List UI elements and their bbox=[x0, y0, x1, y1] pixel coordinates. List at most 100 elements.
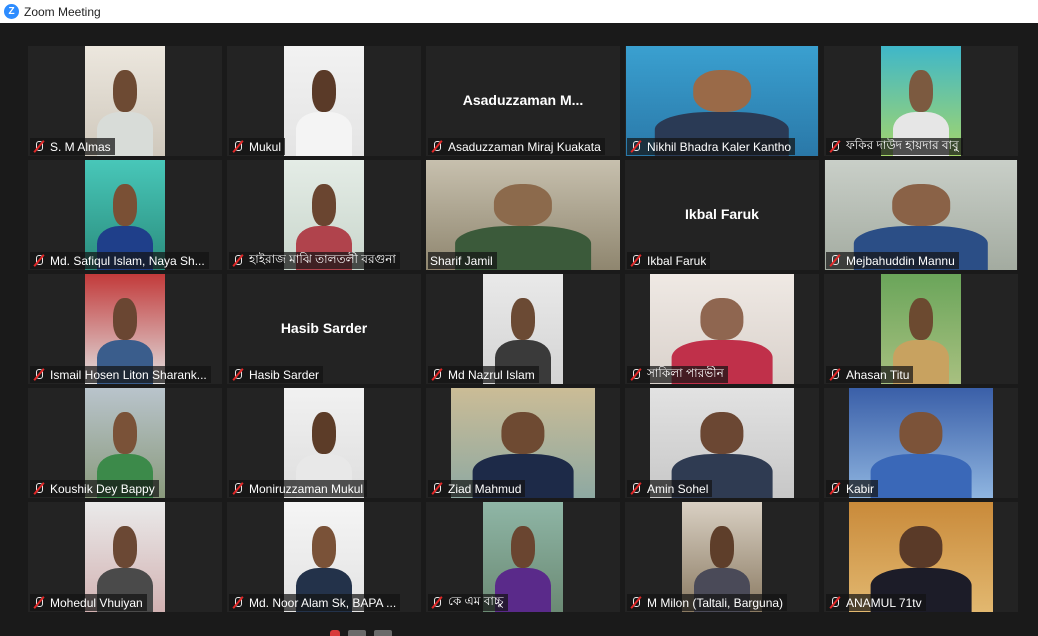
microphone-muted-icon bbox=[629, 482, 643, 495]
microphone-muted-icon bbox=[629, 140, 643, 153]
participant-name: ANAMUL 71tv bbox=[846, 595, 922, 610]
participant-tile[interactable]: M Milon (Taltali, Barguna) bbox=[625, 502, 819, 612]
microphone-muted-icon bbox=[430, 482, 444, 495]
participant-name: Ismail Hosen Liton Sharank... bbox=[50, 367, 207, 382]
microphone-muted-icon bbox=[231, 254, 245, 267]
participant-nametag: Mejbahuddin Mannu bbox=[826, 252, 959, 269]
participant-tile[interactable]: Ismail Hosen Liton Sharank... bbox=[28, 274, 222, 384]
participant-name: হাইরাজ মাঝি তালতলী বরগুনা bbox=[249, 252, 396, 266]
participant-name: Mukul bbox=[249, 139, 282, 154]
microphone-muted-icon bbox=[32, 254, 46, 267]
participant-name: Hasib Sarder bbox=[249, 367, 320, 382]
participant-name: Amin Sohel bbox=[647, 481, 709, 496]
participant-nametag: Md. Noor Alam Sk, BAPA ... bbox=[229, 594, 401, 611]
participant-nametag: Asaduzzaman Miraj Kuakata bbox=[428, 138, 605, 155]
window-title: Zoom Meeting bbox=[24, 4, 101, 19]
participant-nametag: হাইরাজ মাঝি তালতলী বরগুনা bbox=[229, 252, 400, 269]
microphone-muted-icon bbox=[231, 596, 245, 609]
participant-name: Sharif Jamil bbox=[430, 253, 493, 268]
participant-name: M Milon (Taltali, Barguna) bbox=[647, 595, 784, 610]
participant-name: Kabir bbox=[846, 481, 875, 496]
participant-nametag: M Milon (Taltali, Barguna) bbox=[627, 594, 788, 611]
microphone-muted-icon bbox=[430, 140, 444, 153]
participant-name: Asaduzzaman Miraj Kuakata bbox=[448, 139, 601, 154]
participant-name-display: Ikbal Faruk bbox=[685, 206, 759, 222]
participant-name: Md. Noor Alam Sk, BAPA ... bbox=[249, 595, 397, 610]
participant-tile[interactable]: Mukul bbox=[227, 46, 421, 156]
toolbar-button-edge[interactable] bbox=[348, 630, 366, 636]
microphone-muted-icon bbox=[629, 596, 643, 609]
microphone-muted-icon bbox=[32, 368, 46, 381]
participant-name: Mohedul Vhuiyan bbox=[50, 595, 143, 610]
participant-tile[interactable]: ফকির দাউদ হায়দার বাবু bbox=[824, 46, 1018, 156]
participant-name-display: Hasib Sarder bbox=[280, 320, 368, 336]
microphone-muted-icon bbox=[828, 140, 842, 153]
participant-nametag: Md. Safiqul Islam, Naya Sh... bbox=[30, 252, 209, 269]
microphone-muted-icon bbox=[828, 254, 842, 267]
window-titlebar: Z Zoom Meeting bbox=[0, 0, 1038, 23]
participant-tile[interactable]: Mohedul Vhuiyan bbox=[28, 502, 222, 612]
participant-nametag: Sharif Jamil bbox=[428, 252, 497, 269]
participant-nametag: Nikhil Bhadra Kaler Kantho bbox=[627, 138, 796, 155]
participant-nametag: Koushik Dey Bappy bbox=[30, 480, 159, 497]
participant-name: Ziad Mahmud bbox=[448, 481, 522, 496]
zoom-logo-icon: Z bbox=[4, 4, 19, 19]
participant-nametag: Mukul bbox=[229, 138, 286, 155]
participant-tile[interactable]: হাইরাজ মাঝি তালতলী বরগুনা bbox=[227, 160, 421, 270]
microphone-muted-icon bbox=[629, 254, 643, 267]
participant-nametag: কে এম বাচ্চু bbox=[428, 594, 508, 611]
notification-badge bbox=[330, 630, 340, 636]
participant-tile[interactable]: Hasib Sarder Hasib Sarder bbox=[227, 274, 421, 384]
microphone-muted-icon bbox=[231, 482, 245, 495]
participant-tile[interactable]: Kabir bbox=[824, 388, 1018, 498]
participant-tile[interactable]: Ikbal Faruk Ikbal Faruk bbox=[625, 160, 819, 270]
participant-tile[interactable]: S. M Almas bbox=[28, 46, 222, 156]
participant-nametag: Moniruzzaman Mukul bbox=[229, 480, 368, 497]
participant-tile[interactable]: Md. Safiqul Islam, Naya Sh... bbox=[28, 160, 222, 270]
toolbar-button-edge[interactable] bbox=[374, 630, 392, 636]
microphone-muted-icon bbox=[32, 596, 46, 609]
participant-tile[interactable]: Md. Noor Alam Sk, BAPA ... bbox=[227, 502, 421, 612]
participant-tile[interactable]: Asaduzzaman M... Asaduzzaman Miraj Kuakat… bbox=[426, 46, 620, 156]
participant-tile[interactable]: Sharif Jamil bbox=[426, 160, 620, 270]
participant-tile[interactable]: সাকিলা পারভীন bbox=[625, 274, 819, 384]
participant-name: সাকিলা পারভীন bbox=[647, 366, 724, 380]
participant-nametag: সাকিলা পারভীন bbox=[627, 366, 728, 383]
participant-video bbox=[284, 46, 364, 156]
microphone-muted-icon bbox=[231, 368, 245, 381]
participant-name: Koushik Dey Bappy bbox=[50, 481, 155, 496]
participant-tile[interactable]: কে এম বাচ্চু bbox=[426, 502, 620, 612]
microphone-muted-icon bbox=[430, 596, 444, 609]
participant-tile[interactable]: Koushik Dey Bappy bbox=[28, 388, 222, 498]
participant-nametag: ANAMUL 71tv bbox=[826, 594, 926, 611]
participant-name: Md Nazrul Islam bbox=[448, 367, 535, 382]
participant-tile[interactable]: Ziad Mahmud bbox=[426, 388, 620, 498]
participant-name: S. M Almas bbox=[50, 139, 111, 154]
gallery-view: S. M Almas Mukul Asaduzzaman M... Asaduzzam… bbox=[28, 46, 1018, 613]
participant-nametag: Kabir bbox=[826, 480, 879, 497]
microphone-muted-icon bbox=[828, 596, 842, 609]
participant-nametag: Ismail Hosen Liton Sharank... bbox=[30, 366, 211, 383]
microphone-muted-icon bbox=[629, 368, 643, 381]
participant-nametag: Md Nazrul Islam bbox=[428, 366, 539, 383]
participant-name: Md. Safiqul Islam, Naya Sh... bbox=[50, 253, 205, 268]
participant-tile[interactable]: ANAMUL 71tv bbox=[824, 502, 1018, 612]
toolbar-edge bbox=[330, 630, 392, 636]
microphone-muted-icon bbox=[32, 482, 46, 495]
microphone-muted-icon bbox=[32, 140, 46, 153]
participant-nametag: Ahasan Titu bbox=[826, 366, 914, 383]
participant-nametag: Mohedul Vhuiyan bbox=[30, 594, 147, 611]
participant-name-display: Asaduzzaman M... bbox=[462, 92, 584, 108]
participant-tile[interactable]: Nikhil Bhadra Kaler Kantho bbox=[625, 46, 819, 156]
participant-name: Nikhil Bhadra Kaler Kantho bbox=[647, 139, 792, 154]
participant-tile[interactable]: Moniruzzaman Mukul bbox=[227, 388, 421, 498]
participant-nametag: Ziad Mahmud bbox=[428, 480, 526, 497]
participant-tile[interactable]: Ahasan Titu bbox=[824, 274, 1018, 384]
participant-name: কে এম বাচ্চু bbox=[448, 594, 504, 608]
participant-tile[interactable]: Amin Sohel bbox=[625, 388, 819, 498]
participant-tile[interactable]: Md Nazrul Islam bbox=[426, 274, 620, 384]
participant-tile[interactable]: Mejbahuddin Mannu bbox=[824, 160, 1018, 270]
participant-name: Moniruzzaman Mukul bbox=[249, 481, 364, 496]
participant-nametag: ফকির দাউদ হায়দার বাবু bbox=[826, 138, 963, 155]
participant-name: ফকির দাউদ হায়দার বাবু bbox=[846, 138, 959, 152]
